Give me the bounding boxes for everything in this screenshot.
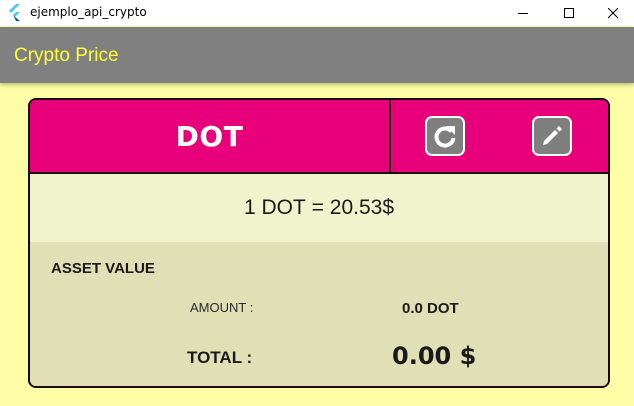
flutter-logo-icon xyxy=(9,4,20,21)
refresh-button[interactable] xyxy=(425,116,465,156)
price-unit: 1 DOT xyxy=(243,196,306,219)
minimize-icon xyxy=(517,12,528,14)
window-titlebar[interactable]: ejemplo_api_crypto xyxy=(0,0,634,26)
close-button[interactable] xyxy=(590,0,634,26)
app-bar: Crypto Price xyxy=(0,27,634,83)
minimize-button[interactable] xyxy=(500,0,546,26)
refresh-icon xyxy=(434,126,456,148)
asset-value-heading: ASSET VALUE xyxy=(51,260,155,277)
close-icon xyxy=(607,7,618,18)
amount-value: 0.0 DOT xyxy=(402,300,459,317)
price-value: 20.53$ xyxy=(329,196,394,219)
edit-button[interactable] xyxy=(532,116,572,156)
price-equals: = xyxy=(305,196,330,219)
price-row: 1 DOT = 20.53$ xyxy=(30,174,608,242)
pencil-icon xyxy=(543,126,562,145)
symbol-cell: DOT xyxy=(30,100,391,172)
amount-label: AMOUNT : xyxy=(190,300,254,315)
app-window: ejemplo_api_crypto Crypto Price DOT 1 DO… xyxy=(0,0,634,406)
total-value: 0.00 $ xyxy=(392,342,477,370)
crypto-symbol: DOT xyxy=(175,119,244,153)
maximize-icon xyxy=(563,7,574,18)
card-header: DOT xyxy=(30,100,608,174)
asset-value-section: ASSET VALUE AMOUNT : 0.0 DOT TOTAL : 0.0… xyxy=(30,242,608,386)
maximize-button[interactable] xyxy=(546,0,592,26)
window-title: ejemplo_api_crypto xyxy=(30,5,147,19)
crypto-card: DOT 1 DOT = 20.53$ ASSET VALUE AMOUNT : xyxy=(28,98,610,388)
app-bar-title: Crypto Price xyxy=(14,45,119,66)
total-label: TOTAL : xyxy=(187,348,253,367)
